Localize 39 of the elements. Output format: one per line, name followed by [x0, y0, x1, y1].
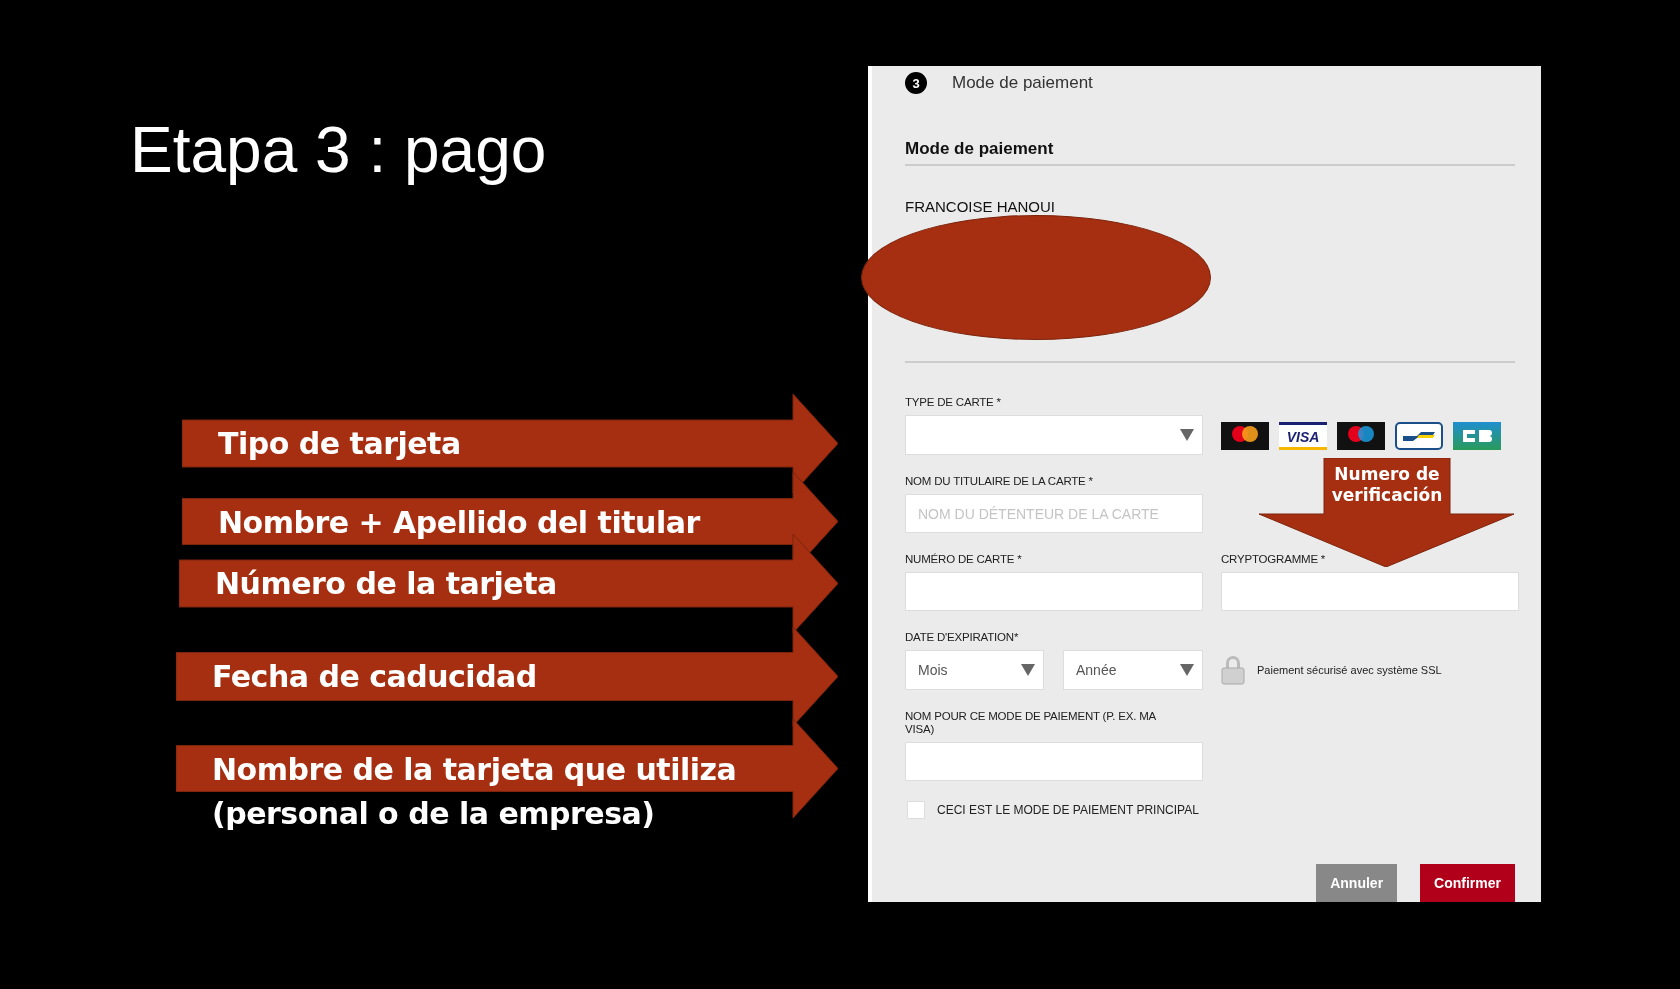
field-label: NOM DU TITULAIRE DE LA CARTE * [905, 475, 1094, 488]
step-title: Mode de paiement [952, 73, 1093, 93]
overlapping-circles-card-icon [1337, 422, 1385, 450]
annotation-label: Nombre de la tarjeta que utiliza [212, 751, 737, 787]
overlapping-circles-card-icon [1221, 422, 1269, 450]
dropdown-caret-icon [1180, 429, 1194, 441]
annotation-label: Fecha de caducidad [212, 658, 537, 694]
dropdown-caret-icon [1180, 664, 1194, 676]
annotation-label: Tipo de tarjeta [218, 426, 461, 461]
annotation-label: Numero de verificación [1330, 464, 1444, 506]
section-title: Mode de paiement [905, 139, 1515, 166]
card-type-select[interactable] [905, 415, 1203, 455]
month-select[interactable]: Mois [905, 650, 1044, 690]
card-number-field[interactable] [905, 572, 1203, 611]
annotation-note: (personal o de la empresa) [212, 795, 655, 831]
confirm-button[interactable]: Confirmer [1420, 864, 1515, 902]
ssl-note: Paiement sécurisé avec système SSL [1257, 664, 1442, 676]
card-brand-icon [1395, 422, 1443, 450]
cancel-button[interactable]: Annuler [1316, 864, 1398, 902]
padlock-icon [1221, 655, 1245, 685]
checkbox[interactable] [907, 801, 925, 819]
field-label: NUMÉRO DE CARTE * [905, 553, 1023, 566]
field-label: TYPE DE CARTE * [905, 396, 1002, 409]
account-holder-name: FRANCOISE HANOUI [905, 198, 1055, 215]
card-brand-icon [1453, 422, 1501, 450]
annotation-label: Número de la tarjeta [215, 566, 557, 601]
dropdown-caret-icon [1021, 664, 1035, 676]
annotation-label: Nombre + Apellido del titular [218, 504, 700, 540]
field-label: CRYPTOGRAMME * [1221, 553, 1327, 566]
card-brand-icon: VISA [1279, 422, 1327, 450]
step-number: 3 [905, 72, 927, 94]
payment-name-field[interactable] [905, 742, 1203, 781]
slide-title: Etapa 3 : pago [130, 113, 548, 188]
cardholder-name-field[interactable]: NOM DU DÉTENTEUR DE LA CARTE [905, 494, 1203, 533]
checkbox-label: CECI EST LE MODE DE PAIEMENT PRINCIPAL [937, 803, 1199, 817]
security-code-field[interactable] [1221, 572, 1519, 611]
field-label: NOM POUR CE MODE DE PAIEMENT (P. EX. MA VISA) [905, 710, 1157, 736]
year-select[interactable]: Année [1063, 650, 1203, 690]
field-label: DATE D'EXPIRATION* [905, 631, 1020, 644]
